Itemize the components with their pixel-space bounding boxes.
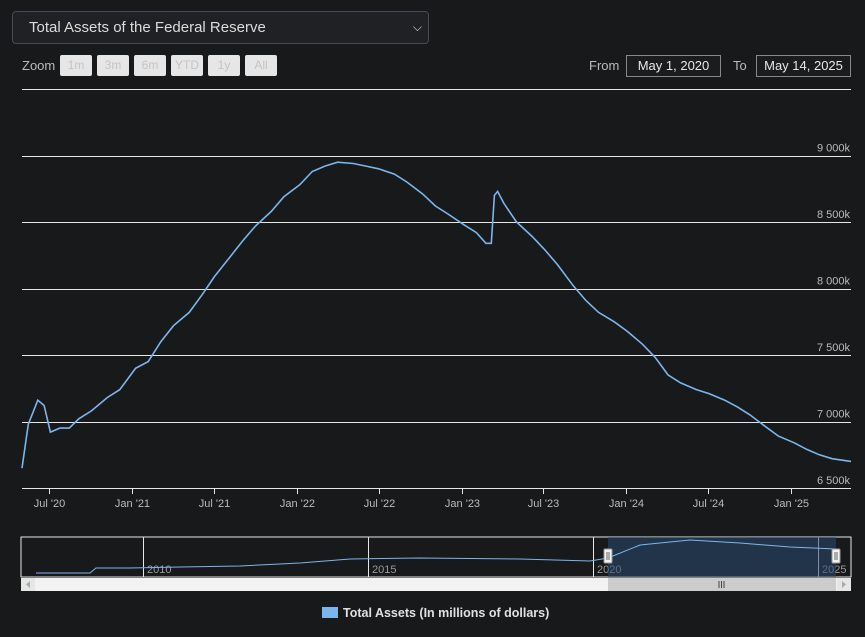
y-tick-label: 9 000k (817, 143, 851, 155)
x-tick-label: Jan '23 (445, 498, 480, 510)
navigator-right-handle[interactable] (831, 548, 841, 564)
x-axis-labels: Jul '20 Jan '21 Jul '21 Jan '22 Jul '22 Jan '… (34, 488, 809, 510)
chart-legend[interactable]: Total Assets (In millions of dollars) (322, 606, 549, 620)
y-tick-label: 7 500k (817, 342, 851, 354)
y-tick-label: 8 000k (817, 276, 851, 288)
y-axis-labels: 6 500k 7 000k 7 500k 8 000k 8 500k 9 000k (817, 143, 851, 488)
x-tick-label: Jul '23 (528, 498, 559, 510)
navigator-scrollbar[interactable] (21, 578, 851, 591)
x-tick-label: Jan '22 (280, 498, 315, 510)
navigator-selected-range (608, 537, 836, 577)
x-tick-label: Jul '24 (693, 498, 724, 510)
navigator-label-2010: 2010 (147, 564, 171, 576)
legend-label: Total Assets (In millions of dollars) (343, 606, 550, 620)
navigator-label-2015: 2015 (372, 564, 396, 576)
gridlines (22, 89, 851, 489)
x-tick-label: Jul '22 (364, 498, 395, 510)
navigator-left-handle[interactable] (603, 548, 613, 564)
x-tick-label: Jan '21 (115, 498, 150, 510)
y-tick-label: 8 500k (817, 209, 851, 221)
x-tick-label: Jan '25 (774, 498, 809, 510)
legend-swatch (322, 607, 338, 618)
x-tick-label: Jan '24 (609, 498, 644, 510)
navigator[interactable]: 2010 2015 2020 2025 (20, 536, 852, 578)
y-tick-label: 6 500k (817, 475, 851, 487)
y-tick-label: 7 000k (817, 409, 851, 421)
x-tick-label: Jul '20 (34, 498, 65, 510)
chart-area: 6 500k 7 000k 7 500k 8 000k 8 500k 9 000k Jul… (20, 89, 852, 591)
x-tick-label: Jul '21 (199, 498, 230, 510)
